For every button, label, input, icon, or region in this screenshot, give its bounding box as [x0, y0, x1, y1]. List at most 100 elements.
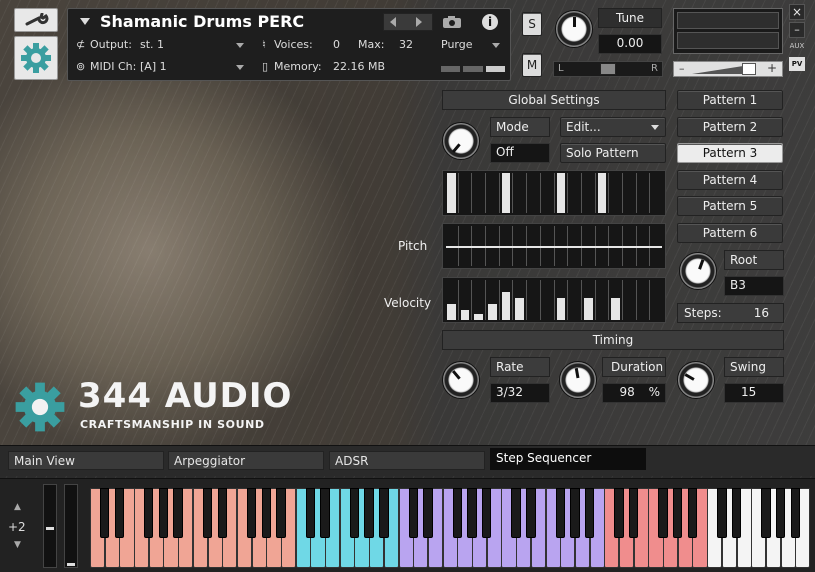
minimize-button[interactable]: –	[789, 22, 805, 38]
next-instrument-icon[interactable]	[416, 17, 422, 27]
velocity-step-5[interactable]	[500, 280, 514, 320]
swing-knob[interactable]	[677, 361, 715, 399]
volume-slider[interactable]: – +	[673, 61, 783, 77]
output-dropdown-icon[interactable]	[236, 43, 244, 48]
black-key[interactable]	[276, 488, 286, 538]
black-key[interactable]	[673, 488, 683, 538]
gate-step-15[interactable]	[637, 173, 651, 213]
edit-dropdown[interactable]: Edit...	[560, 117, 666, 137]
purge-menu[interactable]: Purge	[441, 38, 473, 51]
mod-wheel[interactable]	[64, 484, 78, 568]
pattern-button-3[interactable]: Pattern 3	[677, 143, 783, 164]
duration-field[interactable]: 98 %	[602, 383, 666, 403]
camera-icon[interactable]	[442, 15, 462, 29]
velocity-step-11[interactable]	[582, 280, 596, 320]
velocity-step-16[interactable]	[650, 280, 663, 320]
instrument-name[interactable]: Shamanic Drums PERC	[100, 12, 304, 31]
black-key[interactable]	[261, 488, 271, 538]
velocity-step-15[interactable]	[637, 280, 651, 320]
aux-button[interactable]: AUX	[787, 40, 807, 53]
velocity-step-6[interactable]	[513, 280, 528, 320]
black-key[interactable]	[790, 488, 800, 538]
black-key[interactable]	[202, 488, 213, 538]
black-key[interactable]	[526, 488, 536, 538]
gate-step-2[interactable]	[459, 173, 473, 213]
tab-adsr[interactable]: ADSR	[329, 451, 485, 470]
gate-step-10[interactable]	[568, 173, 582, 213]
black-key[interactable]	[158, 488, 169, 538]
piano-keyboard[interactable]	[90, 488, 811, 568]
gate-step-13[interactable]	[609, 173, 623, 213]
swing-value[interactable]: 15	[724, 383, 784, 403]
black-key[interactable]	[320, 488, 330, 538]
gate-step-14[interactable]	[623, 173, 637, 213]
black-key[interactable]	[511, 488, 521, 538]
black-key[interactable]	[570, 488, 580, 538]
black-key[interactable]	[452, 488, 463, 538]
black-key[interactable]	[628, 488, 639, 538]
gate-step-8[interactable]	[541, 173, 555, 213]
velocity-step-4[interactable]	[486, 280, 500, 320]
black-key[interactable]	[717, 488, 727, 538]
info-icon[interactable]: i	[482, 14, 498, 30]
gate-step-11[interactable]	[582, 173, 596, 213]
black-key[interactable]	[658, 488, 668, 538]
pattern-button-5[interactable]: Pattern 5	[677, 196, 783, 217]
black-key[interactable]	[731, 488, 742, 538]
pattern-button-6[interactable]: Pattern 6	[677, 223, 783, 243]
velocity-step-14[interactable]	[623, 280, 637, 320]
pan-handle[interactable]	[600, 63, 616, 75]
solo-pattern-button[interactable]: Solo Pattern	[560, 143, 666, 163]
black-key[interactable]	[761, 488, 771, 538]
pan-slider[interactable]: L R	[553, 61, 663, 77]
velocity-step-2[interactable]	[459, 280, 473, 320]
velocity-step-3[interactable]	[472, 280, 487, 320]
black-key[interactable]	[144, 488, 154, 538]
steps-box[interactable]: Steps: 16	[677, 303, 784, 323]
gate-step-4[interactable]	[486, 173, 500, 213]
rate-value[interactable]: 3/32	[490, 383, 550, 403]
black-key[interactable]	[99, 488, 110, 538]
tune-knob[interactable]	[555, 10, 593, 48]
mode-knob[interactable]	[442, 122, 480, 160]
pv-button[interactable]: PV	[789, 57, 805, 71]
velocity-step-7[interactable]	[527, 280, 541, 320]
mode-value[interactable]: Off	[490, 143, 550, 163]
velocity-step-12[interactable]	[596, 280, 610, 320]
octave-down-button[interactable]: ▼	[14, 540, 21, 550]
rate-knob[interactable]	[442, 361, 480, 399]
gate-step-7[interactable]	[527, 173, 541, 213]
gate-step-3[interactable]	[472, 173, 487, 213]
velocity-step-13[interactable]	[609, 280, 623, 320]
gate-step-1[interactable]	[445, 173, 459, 213]
velocity-step-9[interactable]	[555, 280, 569, 320]
midi-dropdown-icon[interactable]	[236, 65, 244, 70]
black-key[interactable]	[584, 488, 595, 538]
prev-instrument-icon[interactable]	[390, 17, 396, 27]
midi-channel-select[interactable]: [A] 1	[140, 60, 167, 73]
pattern-button-2[interactable]: Pattern 2	[677, 116, 783, 137]
instrument-gear-button[interactable]	[14, 36, 58, 80]
volume-handle[interactable]	[742, 63, 756, 75]
velocity-step-10[interactable]	[568, 280, 582, 320]
black-key[interactable]	[349, 488, 360, 538]
pitch-wheel[interactable]	[43, 484, 57, 568]
black-key[interactable]	[114, 488, 125, 538]
pattern-button-1[interactable]: Pattern 1	[677, 90, 783, 110]
close-button[interactable]: ×	[789, 4, 805, 20]
gate-step-9[interactable]	[555, 173, 569, 213]
black-key[interactable]	[217, 488, 227, 538]
collapse-arrow-icon[interactable]	[80, 18, 90, 25]
black-key[interactable]	[467, 488, 477, 538]
gate-step-grid[interactable]	[442, 170, 666, 216]
root-value[interactable]: B3	[724, 276, 784, 296]
duration-knob[interactable]	[559, 361, 597, 399]
gate-step-16[interactable]	[650, 173, 663, 213]
gate-step-5[interactable]	[500, 173, 514, 213]
purge-dropdown-icon[interactable]	[492, 43, 500, 48]
wrench-button[interactable]	[14, 8, 58, 32]
max-voices-value[interactable]: 32	[399, 38, 413, 51]
black-key[interactable]	[614, 488, 624, 538]
black-key[interactable]	[687, 488, 698, 538]
black-key[interactable]	[246, 488, 257, 538]
